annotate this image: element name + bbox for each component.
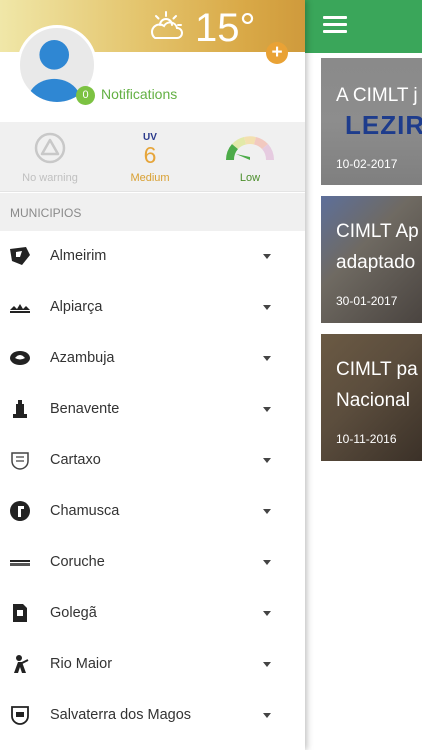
list-item[interactable]: Benavente — [0, 384, 305, 435]
list-item-label: Cartaxo — [50, 452, 101, 468]
chevron-down-icon[interactable] — [263, 407, 271, 412]
news-title: CIMLT Ap — [336, 221, 419, 242]
news-date: 10-11-2016 — [336, 432, 397, 446]
chevron-down-icon[interactable] — [263, 458, 271, 463]
list-item-label: Azambuja — [50, 350, 115, 366]
warning-triangle-icon — [34, 132, 66, 164]
uv-value: 6 — [143, 142, 157, 168]
azambuja-crest-icon — [10, 351, 30, 365]
list-item-label: Almeirim — [50, 248, 107, 264]
list-item[interactable]: Coruche — [0, 537, 305, 588]
warning-label: No warning — [22, 172, 78, 184]
news-card[interactable]: CIMLT Ap adaptado 30-01-2017 — [321, 196, 422, 323]
benavente-crest-icon — [13, 400, 27, 418]
list-item[interactable]: Alpiarça — [0, 282, 305, 333]
list-item-label: Rio Maior — [50, 656, 113, 672]
list-item[interactable]: Golegã — [0, 588, 305, 639]
list-item[interactable]: Cartaxo — [0, 435, 305, 486]
uv-label: Medium — [130, 172, 170, 184]
news-date: 30-01-2017 — [336, 294, 398, 308]
list-item[interactable]: Salvaterra dos Magos — [0, 690, 305, 741]
air-quality-label: Low — [239, 172, 261, 184]
chevron-down-icon[interactable] — [263, 509, 271, 514]
municipality-list: Almeirim Alpiarça Azambuja Benavente Car — [0, 231, 305, 741]
list-item[interactable]: Rio Maior — [0, 639, 305, 690]
rio-maior-crest-icon — [14, 655, 29, 673]
temperature: 15° — [195, 6, 256, 50]
almeirim-crest-icon — [10, 247, 30, 265]
chevron-down-icon[interactable] — [263, 560, 271, 565]
chevron-down-icon[interactable] — [263, 662, 271, 667]
news-date: 10-02-2017 — [336, 157, 398, 171]
lezir-logo: LEZIR — [345, 110, 422, 140]
chevron-down-icon[interactable] — [263, 611, 271, 616]
app-screen: A CIMLT j LEZIR 10-02-2017 CIMLT Ap adap… — [0, 0, 422, 750]
top-bar — [305, 0, 422, 53]
navigation-drawer: 15° + 0 Notifications No warning UV 6 Me… — [0, 0, 305, 750]
list-item[interactable]: Azambuja — [0, 333, 305, 384]
list-item[interactable]: Chamusca — [0, 486, 305, 537]
news-card[interactable]: CIMLT pa Nacional 10-11-2016 — [321, 334, 422, 461]
chevron-down-icon[interactable] — [263, 356, 271, 361]
section-header: MUNICIPIOS — [0, 193, 305, 231]
uv-status[interactable]: UV 6 Medium — [100, 122, 200, 192]
list-item-label: Coruche — [50, 554, 105, 570]
warning-status[interactable]: No warning — [0, 122, 100, 192]
news-title: CIMLT pa — [336, 359, 418, 380]
cloud-sun-icon — [151, 11, 183, 39]
air-quality-status[interactable]: Low — [200, 122, 300, 192]
notifications-link[interactable]: Notifications — [101, 86, 177, 102]
add-button[interactable]: + — [266, 42, 288, 64]
list-item-label: Alpiarça — [50, 299, 103, 315]
cartaxo-crest-icon — [11, 452, 29, 470]
alpiarca-crest-icon — [10, 304, 30, 313]
news-title: A CIMLT j — [336, 85, 418, 106]
news-card[interactable]: A CIMLT j LEZIR 10-02-2017 — [321, 58, 422, 185]
section-title: MUNICIPIOS — [10, 206, 82, 220]
chamusca-crest-icon — [10, 501, 30, 521]
news-panel: A CIMLT j LEZIR 10-02-2017 CIMLT Ap adap… — [305, 0, 422, 750]
news-title: Nacional — [336, 390, 410, 411]
coruche-crest-icon — [10, 560, 30, 566]
notification-count-badge[interactable]: 0 — [76, 86, 95, 105]
status-row: No warning UV 6 Medium Low — [0, 122, 305, 192]
menu-icon[interactable] — [323, 16, 347, 34]
list-item-label: Golegã — [50, 605, 97, 621]
chevron-down-icon[interactable] — [263, 254, 271, 259]
list-item[interactable]: Almeirim — [0, 231, 305, 282]
salvaterra-crest-icon — [11, 706, 29, 725]
golega-crest-icon — [13, 604, 27, 622]
gauge-icon — [225, 136, 275, 160]
news-title: adaptado — [336, 252, 416, 273]
chevron-down-icon[interactable] — [263, 713, 271, 718]
chevron-down-icon[interactable] — [263, 305, 271, 310]
list-item-label: Salvaterra dos Magos — [50, 707, 192, 723]
list-item-label: Benavente — [50, 401, 120, 417]
list-item-label: Chamusca — [50, 503, 120, 519]
